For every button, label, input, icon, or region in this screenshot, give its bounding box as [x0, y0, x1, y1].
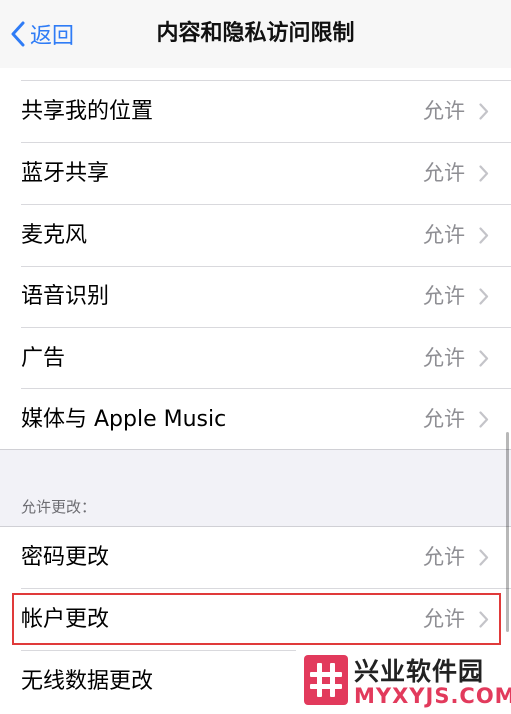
page-title: 内容和隐私访问限制 — [156, 21, 355, 46]
group-bottom-border — [0, 449, 511, 450]
row-speech-recognition[interactable]: 语音识别 允许 — [0, 266, 511, 327]
row-share-my-location[interactable]: 共享我的位置 允许 — [0, 81, 511, 142]
row-label: 麦克风 — [21, 223, 88, 248]
row-label: 媒体与 Apple Music — [21, 407, 227, 432]
row-value: 允许 — [423, 99, 465, 123]
row-account-changes[interactable]: 帐户更改 允许 — [0, 589, 511, 650]
row-passcode-changes[interactable]: 密码更改 允许 — [0, 527, 511, 588]
row-value: 允许 — [423, 545, 465, 569]
row-label: 密码更改 — [21, 545, 110, 570]
watermark-name-en: MYXYJS.COM — [354, 684, 511, 708]
row-label: 语音识别 — [21, 284, 110, 309]
row-value: 允许 — [423, 607, 465, 631]
chevron-right-icon — [479, 350, 489, 367]
chevron-right-icon — [479, 165, 489, 182]
chevron-right-icon — [479, 549, 489, 566]
section-header-allow-changes: 允许更改： — [21, 498, 97, 516]
navigation-bar: 返回 内容和隐私访问限制 — [0, 0, 511, 68]
chevron-right-icon — [479, 411, 489, 428]
row-label: 无线数据更改 — [21, 669, 154, 694]
chevron-right-icon — [479, 227, 489, 244]
settings-group-permissions: 共享我的位置 允许 蓝牙共享 允许 麦克风 允许 语音识别 允许 广告 允许 媒… — [0, 68, 511, 450]
chevron-right-icon — [479, 611, 489, 628]
chevron-right-icon — [479, 288, 489, 305]
watermark-name-cn: 兴业软件园 — [354, 657, 485, 686]
row-microphone[interactable]: 麦克风 允许 — [0, 205, 511, 266]
row-value: 允许 — [423, 223, 465, 247]
row-media-apple-music[interactable]: 媒体与 Apple Music 允许 — [0, 389, 511, 450]
chevron-right-icon — [479, 103, 489, 120]
row-label: 蓝牙共享 — [21, 161, 110, 186]
scroll-indicator — [506, 432, 509, 632]
row-advertising[interactable]: 广告 允许 — [0, 328, 511, 389]
row-value: 允许 — [423, 284, 465, 308]
row-label: 帐户更改 — [21, 607, 110, 632]
row-value: 允许 — [423, 407, 465, 431]
row-bluetooth-sharing[interactable]: 蓝牙共享 允许 — [0, 143, 511, 204]
watermark-logo-icon — [304, 655, 348, 705]
row-label: 共享我的位置 — [21, 99, 154, 124]
row-value: 允许 — [423, 346, 465, 370]
watermark: 兴业软件园 MYXYJS.COM — [296, 646, 511, 714]
row-value: 允许 — [423, 161, 465, 185]
row-label: 广告 — [21, 346, 66, 371]
